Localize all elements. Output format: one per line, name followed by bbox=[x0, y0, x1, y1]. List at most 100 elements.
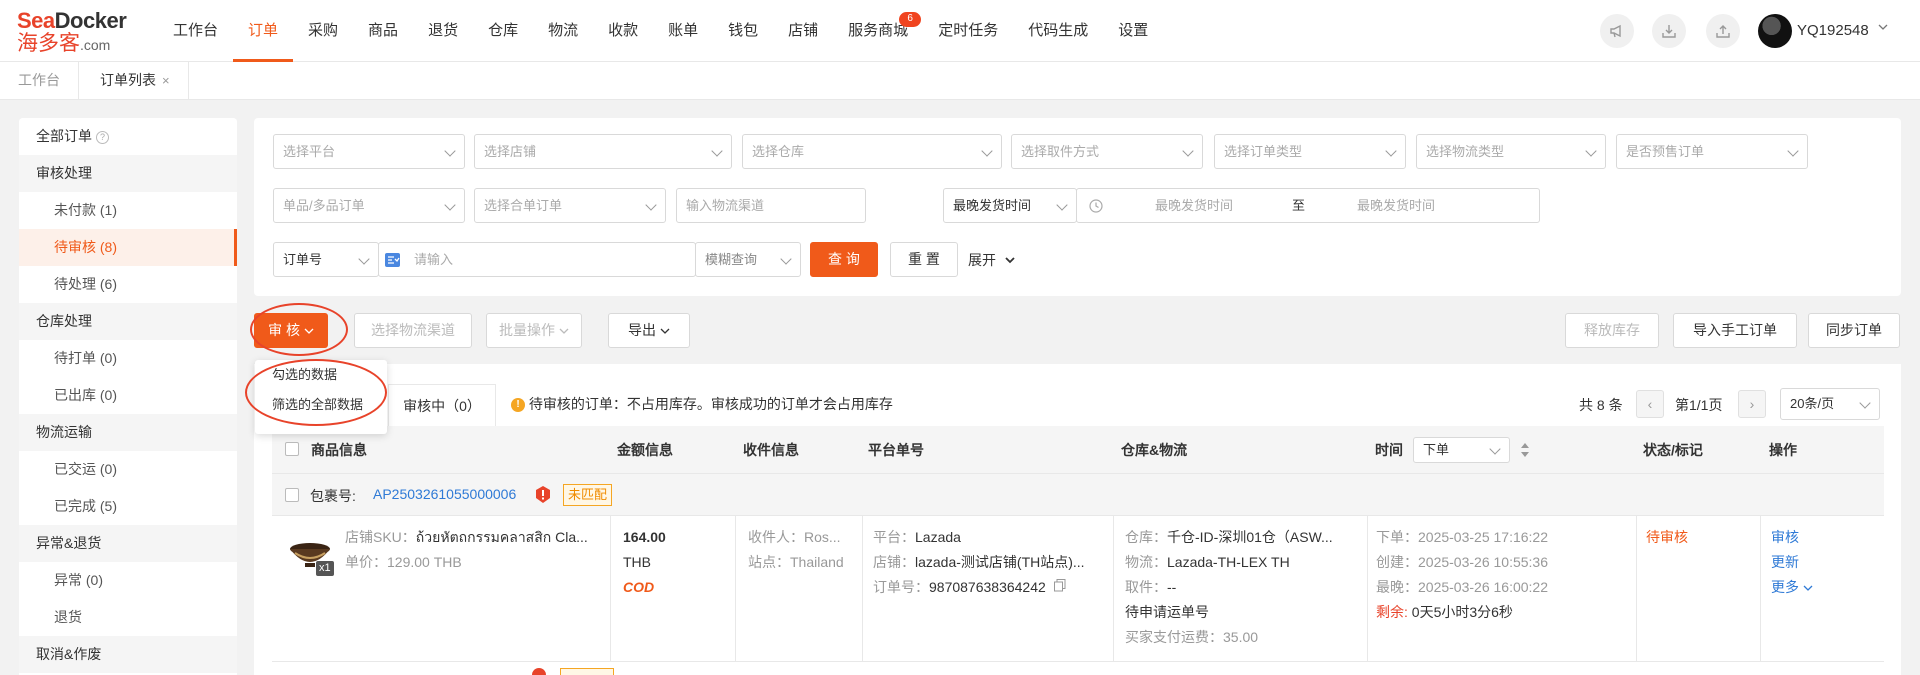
row-more-link[interactable]: 更多 bbox=[1771, 575, 1813, 600]
nav-settings[interactable]: 设置 bbox=[1103, 0, 1163, 62]
audit-button[interactable]: 审 核 bbox=[254, 313, 328, 348]
tab-workbench[interactable]: 工作台 bbox=[0, 62, 79, 99]
audit-all-filtered-option[interactable]: 筛选的全部数据 bbox=[255, 390, 387, 420]
nav-payments[interactable]: 收款 bbox=[593, 0, 653, 62]
package-checkbox[interactable] bbox=[285, 488, 299, 502]
nav-shops[interactable]: 店铺 bbox=[773, 0, 833, 62]
logistics-type-select[interactable]: 选择物流类型 bbox=[1416, 134, 1606, 169]
product-thumbnail[interactable]: x1 bbox=[283, 527, 337, 581]
pickup-method-select[interactable]: 选择取件方式 bbox=[1011, 134, 1203, 169]
prev-page-button[interactable]: ‹ bbox=[1636, 390, 1664, 418]
nav-purchase[interactable]: 采购 bbox=[293, 0, 353, 62]
row-update-link[interactable]: 更新 bbox=[1771, 550, 1799, 575]
sidebar-item-completed[interactable]: 已完成 (5) bbox=[19, 488, 237, 525]
chevron-down-icon bbox=[1056, 199, 1068, 211]
audit-selected-option[interactable]: 勾选的数据 bbox=[255, 360, 387, 390]
batch-operation-button[interactable]: 批量操作 bbox=[486, 313, 582, 348]
logistics-channel-input[interactable]: 输入物流渠道 bbox=[676, 188, 866, 223]
sidebar-item-handed-over[interactable]: 已交运 (0) bbox=[19, 451, 237, 488]
sort-icon[interactable] bbox=[1519, 441, 1531, 459]
pickup-info: 取件：-- bbox=[1125, 575, 1176, 600]
chevron-down-icon bbox=[1005, 257, 1015, 264]
search-field-select[interactable]: 订单号 bbox=[273, 242, 379, 277]
page-size-select[interactable]: 20条/页 bbox=[1780, 388, 1880, 420]
nav-code-gen[interactable]: 代码生成 bbox=[1013, 0, 1103, 62]
sidebar-item-pending-process[interactable]: 待处理 (6) bbox=[19, 266, 237, 303]
query-button[interactable]: 查 询 bbox=[810, 242, 878, 277]
sidebar-item-pending-audit[interactable]: 待审核 (8) bbox=[19, 229, 237, 266]
service-mall-badge: 6 bbox=[899, 12, 922, 27]
order-status-sidebar: 全部订单? 审核处理 未付款 (1) 待审核 (8) 待处理 (6) 仓库处理 … bbox=[19, 118, 237, 675]
sidebar-item-shipped-out[interactable]: 已出库 (0) bbox=[19, 377, 237, 414]
top-navigation: SeaDocker 海多客.com 工作台 订单 采购 商品 退货 仓库 物流 … bbox=[0, 0, 1920, 62]
single-multi-select[interactable]: 单品/多品订单 bbox=[273, 188, 465, 223]
package-number-link[interactable]: AP2503261055000006 bbox=[373, 486, 516, 502]
warning-badge-icon bbox=[536, 486, 550, 503]
select-all-checkbox[interactable] bbox=[285, 442, 299, 456]
tab-order-list[interactable]: 订单列表 × bbox=[82, 62, 189, 99]
platform-select[interactable]: 选择平台 bbox=[273, 134, 465, 169]
nav-wallet[interactable]: 钱包 bbox=[713, 0, 773, 62]
sku-info: 店铺SKU：ถ้วยหัตถกรรมคลาสสิก Cla... bbox=[345, 525, 588, 550]
chevron-down-icon bbox=[660, 328, 670, 334]
choose-channel-button[interactable]: 选择物流渠道 bbox=[354, 313, 472, 348]
warehouse-label: 仓库： bbox=[1125, 529, 1167, 545]
chevron-down-icon[interactable] bbox=[1877, 21, 1889, 33]
user-avatar[interactable] bbox=[1758, 14, 1792, 48]
nav-bills[interactable]: 账单 bbox=[653, 0, 713, 62]
import-manual-order-button[interactable]: 导入手工订单 bbox=[1673, 313, 1797, 348]
nav-service-mall[interactable]: 服务商城 6 bbox=[833, 0, 923, 62]
col-actions: 操作 bbox=[1769, 442, 1797, 458]
export-button[interactable]: 导出 bbox=[608, 313, 690, 348]
time-sort-select[interactable]: 下单 bbox=[1413, 437, 1510, 463]
quantity-badge: x1 bbox=[316, 561, 334, 576]
col-product: 商品信息 bbox=[311, 442, 367, 458]
tab-auditing[interactable]: 审核中（0） bbox=[388, 384, 496, 426]
seadocker-logo[interactable]: SeaDocker 海多客.com bbox=[17, 9, 135, 55]
sidebar-item-unpaid[interactable]: 未付款 (1) bbox=[19, 192, 237, 229]
copy-icon[interactable] bbox=[1053, 579, 1066, 592]
row-audit-link[interactable]: 审核 bbox=[1771, 525, 1799, 550]
merge-order-select[interactable]: 选择合单订单 bbox=[474, 188, 666, 223]
col-status: 状态/标记 bbox=[1643, 442, 1703, 458]
date-range-picker[interactable]: 最晚发货时间 至 最晚发货时间 bbox=[1076, 188, 1540, 223]
chevron-down-icon bbox=[711, 145, 723, 157]
sidebar-item-exception[interactable]: 异常 (0) bbox=[19, 562, 237, 599]
chevron-down-icon bbox=[358, 253, 370, 265]
expand-toggle[interactable]: 展开 bbox=[968, 250, 1016, 270]
nav-products[interactable]: 商品 bbox=[353, 0, 413, 62]
order-type-select[interactable]: 选择订单类型 bbox=[1214, 134, 1406, 169]
announcement-button[interactable] bbox=[1600, 14, 1634, 48]
presale-select[interactable]: 是否预售订单 bbox=[1616, 134, 1808, 169]
nav-workbench[interactable]: 工作台 bbox=[158, 0, 233, 62]
column-divider bbox=[1636, 516, 1637, 661]
row-more-label: 更多 bbox=[1771, 579, 1799, 595]
close-icon[interactable]: × bbox=[162, 73, 170, 88]
upload-button[interactable] bbox=[1706, 14, 1740, 48]
next-page-button[interactable]: › bbox=[1738, 390, 1766, 418]
release-stock-button[interactable]: 释放库存 bbox=[1565, 313, 1659, 348]
sidebar-item-to-print[interactable]: 待打单 (0) bbox=[19, 340, 237, 377]
reset-button[interactable]: 重 置 bbox=[890, 242, 958, 277]
chevron-down-icon bbox=[981, 145, 993, 157]
col-time: 时间 bbox=[1375, 442, 1403, 458]
search-input[interactable]: 请输入 bbox=[378, 242, 696, 277]
shop-select[interactable]: 选择店铺 bbox=[474, 134, 732, 169]
nav-returns[interactable]: 退货 bbox=[413, 0, 473, 62]
warehouse-select[interactable]: 选择仓库 bbox=[742, 134, 1002, 169]
time-remaining-value: 0天5小时3分6秒 bbox=[1411, 604, 1513, 620]
tracking-status: 待申请运单号 bbox=[1125, 604, 1209, 620]
nav-orders[interactable]: 订单 bbox=[233, 0, 294, 62]
nav-scheduled-tasks[interactable]: 定时任务 bbox=[923, 0, 1013, 62]
nav-logistics[interactable]: 物流 bbox=[533, 0, 593, 62]
sidebar-item-all-orders[interactable]: 全部订单? bbox=[19, 118, 237, 155]
download-button[interactable] bbox=[1652, 14, 1686, 48]
sync-orders-button[interactable]: 同步订单 bbox=[1808, 313, 1900, 348]
time-type-select[interactable]: 最晚发货时间 bbox=[943, 188, 1077, 223]
user-name[interactable]: YQ192548 bbox=[1797, 22, 1869, 39]
sidebar-item-returns[interactable]: 退货 bbox=[19, 599, 237, 636]
nav-warehouse[interactable]: 仓库 bbox=[473, 0, 533, 62]
col-amount: 金额信息 bbox=[617, 442, 673, 458]
platform-label: 平台： bbox=[873, 529, 915, 545]
match-mode-select[interactable]: 模糊查询 bbox=[695, 242, 801, 277]
